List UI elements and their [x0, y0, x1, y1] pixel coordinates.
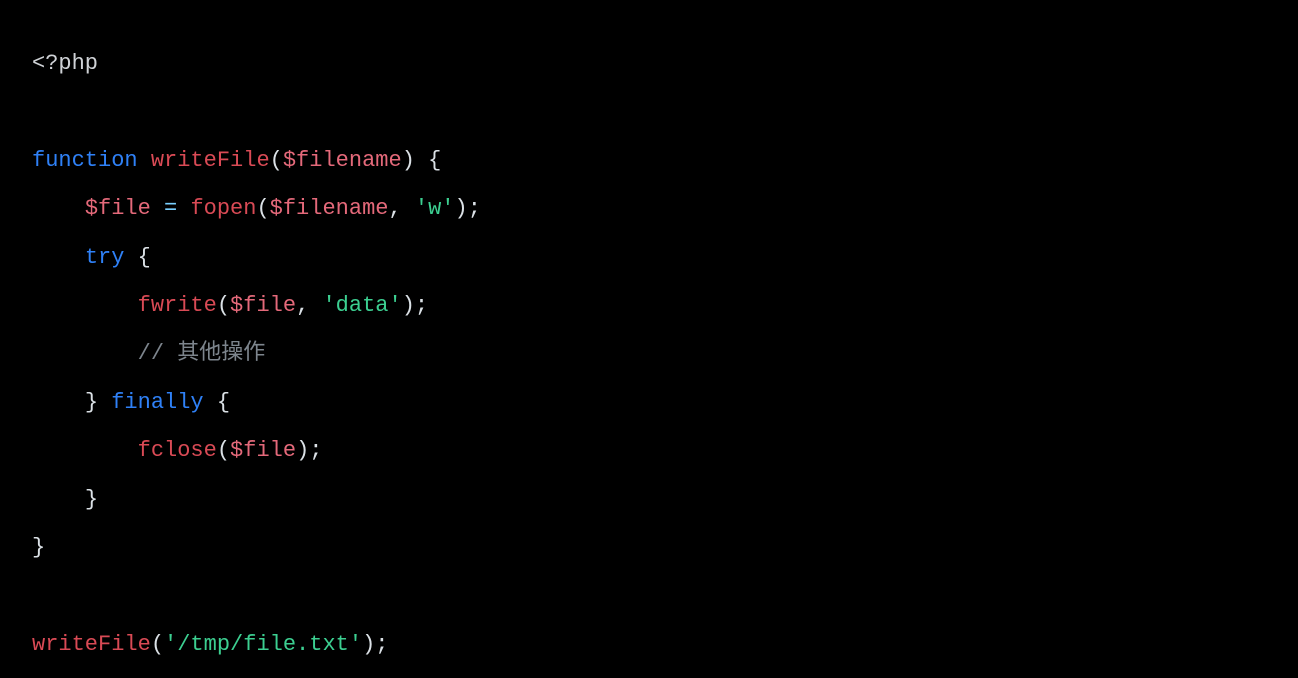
- code-token: [32, 390, 85, 415]
- code-token: }: [85, 390, 98, 415]
- code-token: [32, 438, 138, 463]
- code-token: $file: [85, 196, 151, 221]
- code-line: $file = fopen($filename, 'w');: [32, 196, 481, 221]
- code-token: $filename: [283, 148, 402, 173]
- code-line: fwrite($file, 'data');: [32, 293, 428, 318]
- code-token: [32, 293, 138, 318]
- code-token: finally: [111, 390, 203, 415]
- code-line: function writeFile($filename) {: [32, 148, 441, 173]
- code-token: ): [402, 148, 415, 173]
- code-token: (: [217, 293, 230, 318]
- code-token: );: [402, 293, 428, 318]
- code-token: (: [217, 438, 230, 463]
- code-token: $filename: [270, 196, 389, 221]
- code-token: '/tmp/file.txt': [164, 632, 362, 657]
- code-token: [32, 341, 138, 366]
- code-line: }: [32, 487, 98, 512]
- code-token: ,: [296, 293, 309, 318]
- code-token: writeFile: [151, 148, 270, 173]
- code-token: {: [428, 148, 441, 173]
- code-token: {: [217, 390, 230, 415]
- code-token: );: [455, 196, 481, 221]
- code-token: [32, 245, 85, 270]
- code-token: }: [85, 487, 98, 512]
- code-token: // 其他操作: [138, 341, 266, 366]
- code-token: fwrite: [138, 293, 217, 318]
- code-token: =: [164, 196, 177, 221]
- code-token: }: [32, 535, 45, 560]
- code-token: fopen: [190, 196, 256, 221]
- code-token: );: [296, 438, 322, 463]
- code-line: } finally {: [32, 390, 230, 415]
- code-token: (: [151, 632, 164, 657]
- code-token: {: [138, 245, 151, 270]
- code-token: [32, 196, 85, 221]
- code-token: $file: [230, 438, 296, 463]
- code-token: [309, 293, 322, 318]
- code-token: [138, 148, 151, 173]
- code-token: [124, 245, 137, 270]
- code-token: function: [32, 148, 138, 173]
- code-token: [204, 390, 217, 415]
- code-token: );: [362, 632, 388, 657]
- code-token: try: [85, 245, 125, 270]
- code-token: writeFile: [32, 632, 151, 657]
- code-token: (: [256, 196, 269, 221]
- code-line: <?php: [32, 51, 98, 76]
- code-line: }: [32, 535, 45, 560]
- code-token: ,: [388, 196, 401, 221]
- code-token: [32, 487, 85, 512]
- code-token: [415, 148, 428, 173]
- code-token: 'data': [322, 293, 401, 318]
- code-token: [98, 390, 111, 415]
- code-line: // 其他操作: [32, 341, 265, 366]
- code-token: $file: [230, 293, 296, 318]
- code-block: <?php function writeFile($filename) { $f…: [0, 0, 1298, 678]
- code-token: 'w': [415, 196, 455, 221]
- code-line: fclose($file);: [32, 438, 322, 463]
- code-line: try {: [32, 245, 151, 270]
- code-token: fclose: [138, 438, 217, 463]
- code-token: [402, 196, 415, 221]
- code-token: [177, 196, 190, 221]
- code-token: <?php: [32, 51, 98, 76]
- code-token: (: [270, 148, 283, 173]
- code-line: writeFile('/tmp/file.txt');: [32, 632, 388, 657]
- code-token: [151, 196, 164, 221]
